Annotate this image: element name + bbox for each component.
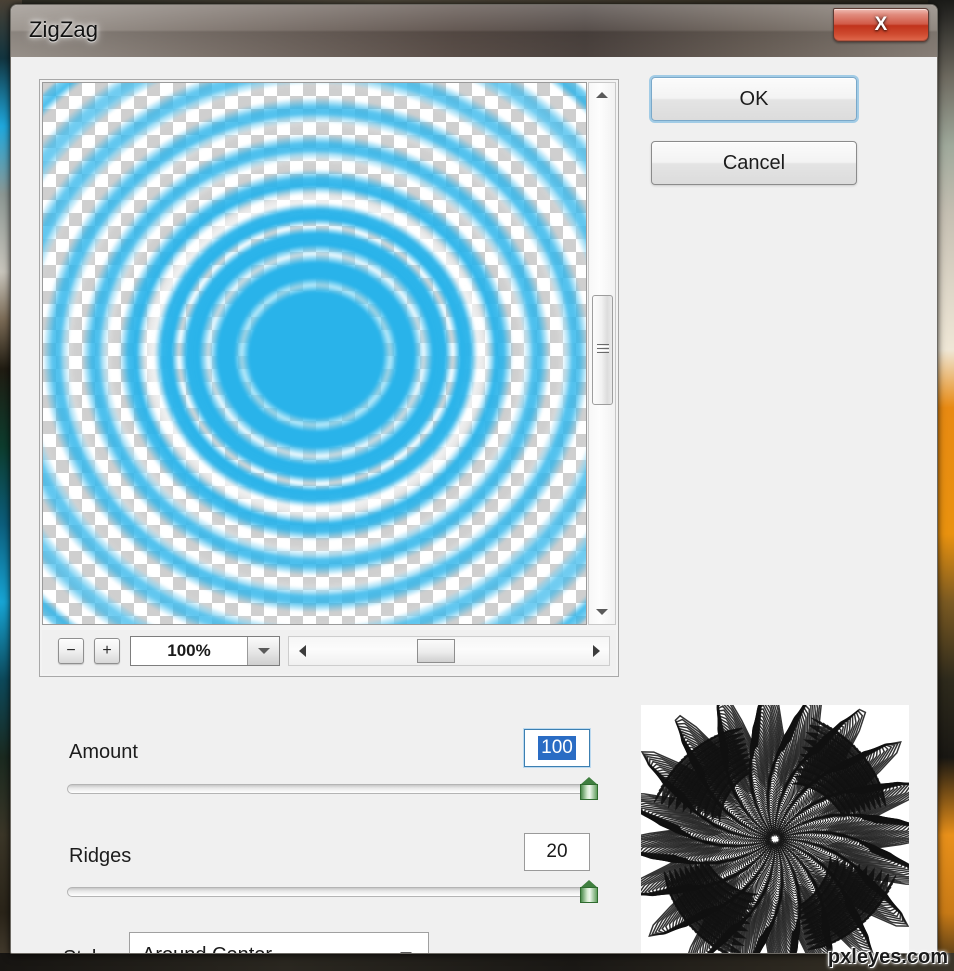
ridges-input[interactable]: 20 <box>524 833 590 871</box>
preview-horizontal-scrollbar[interactable] <box>288 636 610 666</box>
ok-button[interactable]: OK <box>651 77 857 121</box>
style-selected-value: Around Center <box>130 944 400 954</box>
zoom-in-button[interactable]: + <box>94 638 120 664</box>
window-title: ZigZag <box>29 17 99 42</box>
zigzag-filter-dialog: ZigZag X − + 100% OK Cancel Amount 100 R… <box>10 4 938 954</box>
style-dropdown-arrow[interactable] <box>400 952 428 953</box>
zigzag-thumbnail-art <box>641 705 909 953</box>
style-dropdown[interactable]: Around Center <box>129 932 429 954</box>
zoom-level-combobox[interactable]: 100% <box>130 636 280 666</box>
zoom-dropdown-button[interactable] <box>247 637 279 665</box>
ridges-slider-thumb[interactable] <box>580 880 598 903</box>
chevron-down-icon <box>257 648 270 654</box>
scroll-left-button[interactable] <box>289 637 315 665</box>
ridges-slider-track[interactable] <box>67 887 597 897</box>
amount-input[interactable]: 100 <box>524 729 590 767</box>
horizontal-scrollbar-thumb[interactable] <box>417 639 455 663</box>
slider-thumb-body-icon <box>580 887 598 903</box>
title-bar[interactable]: ZigZag X <box>11 5 937 57</box>
filter-thumbnail-preview <box>641 705 909 953</box>
chevron-down-icon <box>400 952 412 953</box>
close-button[interactable]: X <box>833 8 929 42</box>
triangle-down-icon <box>596 609 608 615</box>
ridges-label: Ridges <box>69 845 132 867</box>
preview-panel: − + 100% <box>39 79 619 677</box>
style-label: Style <box>63 947 107 953</box>
amount-slider-thumb[interactable] <box>580 777 598 800</box>
amount-label: Amount <box>69 741 138 763</box>
scroll-up-button[interactable] <box>589 83 615 107</box>
amount-value: 100 <box>538 736 576 760</box>
zoom-out-button[interactable]: − <box>58 638 84 664</box>
zoom-level-value: 100% <box>167 641 211 660</box>
cancel-button[interactable]: Cancel <box>651 141 857 185</box>
scroll-right-button[interactable] <box>583 637 609 665</box>
scrollbar-grip-icon <box>597 344 609 353</box>
watermark: pxleyes.com <box>827 946 948 968</box>
amount-slider-track[interactable] <box>67 784 597 794</box>
preview-vertical-scrollbar[interactable] <box>588 82 616 625</box>
dialog-body: − + 100% OK Cancel Amount 100 Ridges 20 <box>11 57 937 954</box>
preview-toolbar: − + 100% <box>42 630 616 674</box>
preview-canvas[interactable] <box>42 82 587 625</box>
slider-thumb-body-icon <box>580 784 598 800</box>
vertical-scrollbar-thumb[interactable] <box>592 295 613 405</box>
backdrop-bottom-strip <box>0 953 954 971</box>
scroll-down-button[interactable] <box>589 600 615 624</box>
close-icon: X <box>874 14 888 35</box>
ripple-highlight-overlay <box>43 83 586 624</box>
triangle-left-icon <box>298 645 306 657</box>
triangle-up-icon <box>596 92 608 98</box>
triangle-right-icon <box>592 645 600 657</box>
